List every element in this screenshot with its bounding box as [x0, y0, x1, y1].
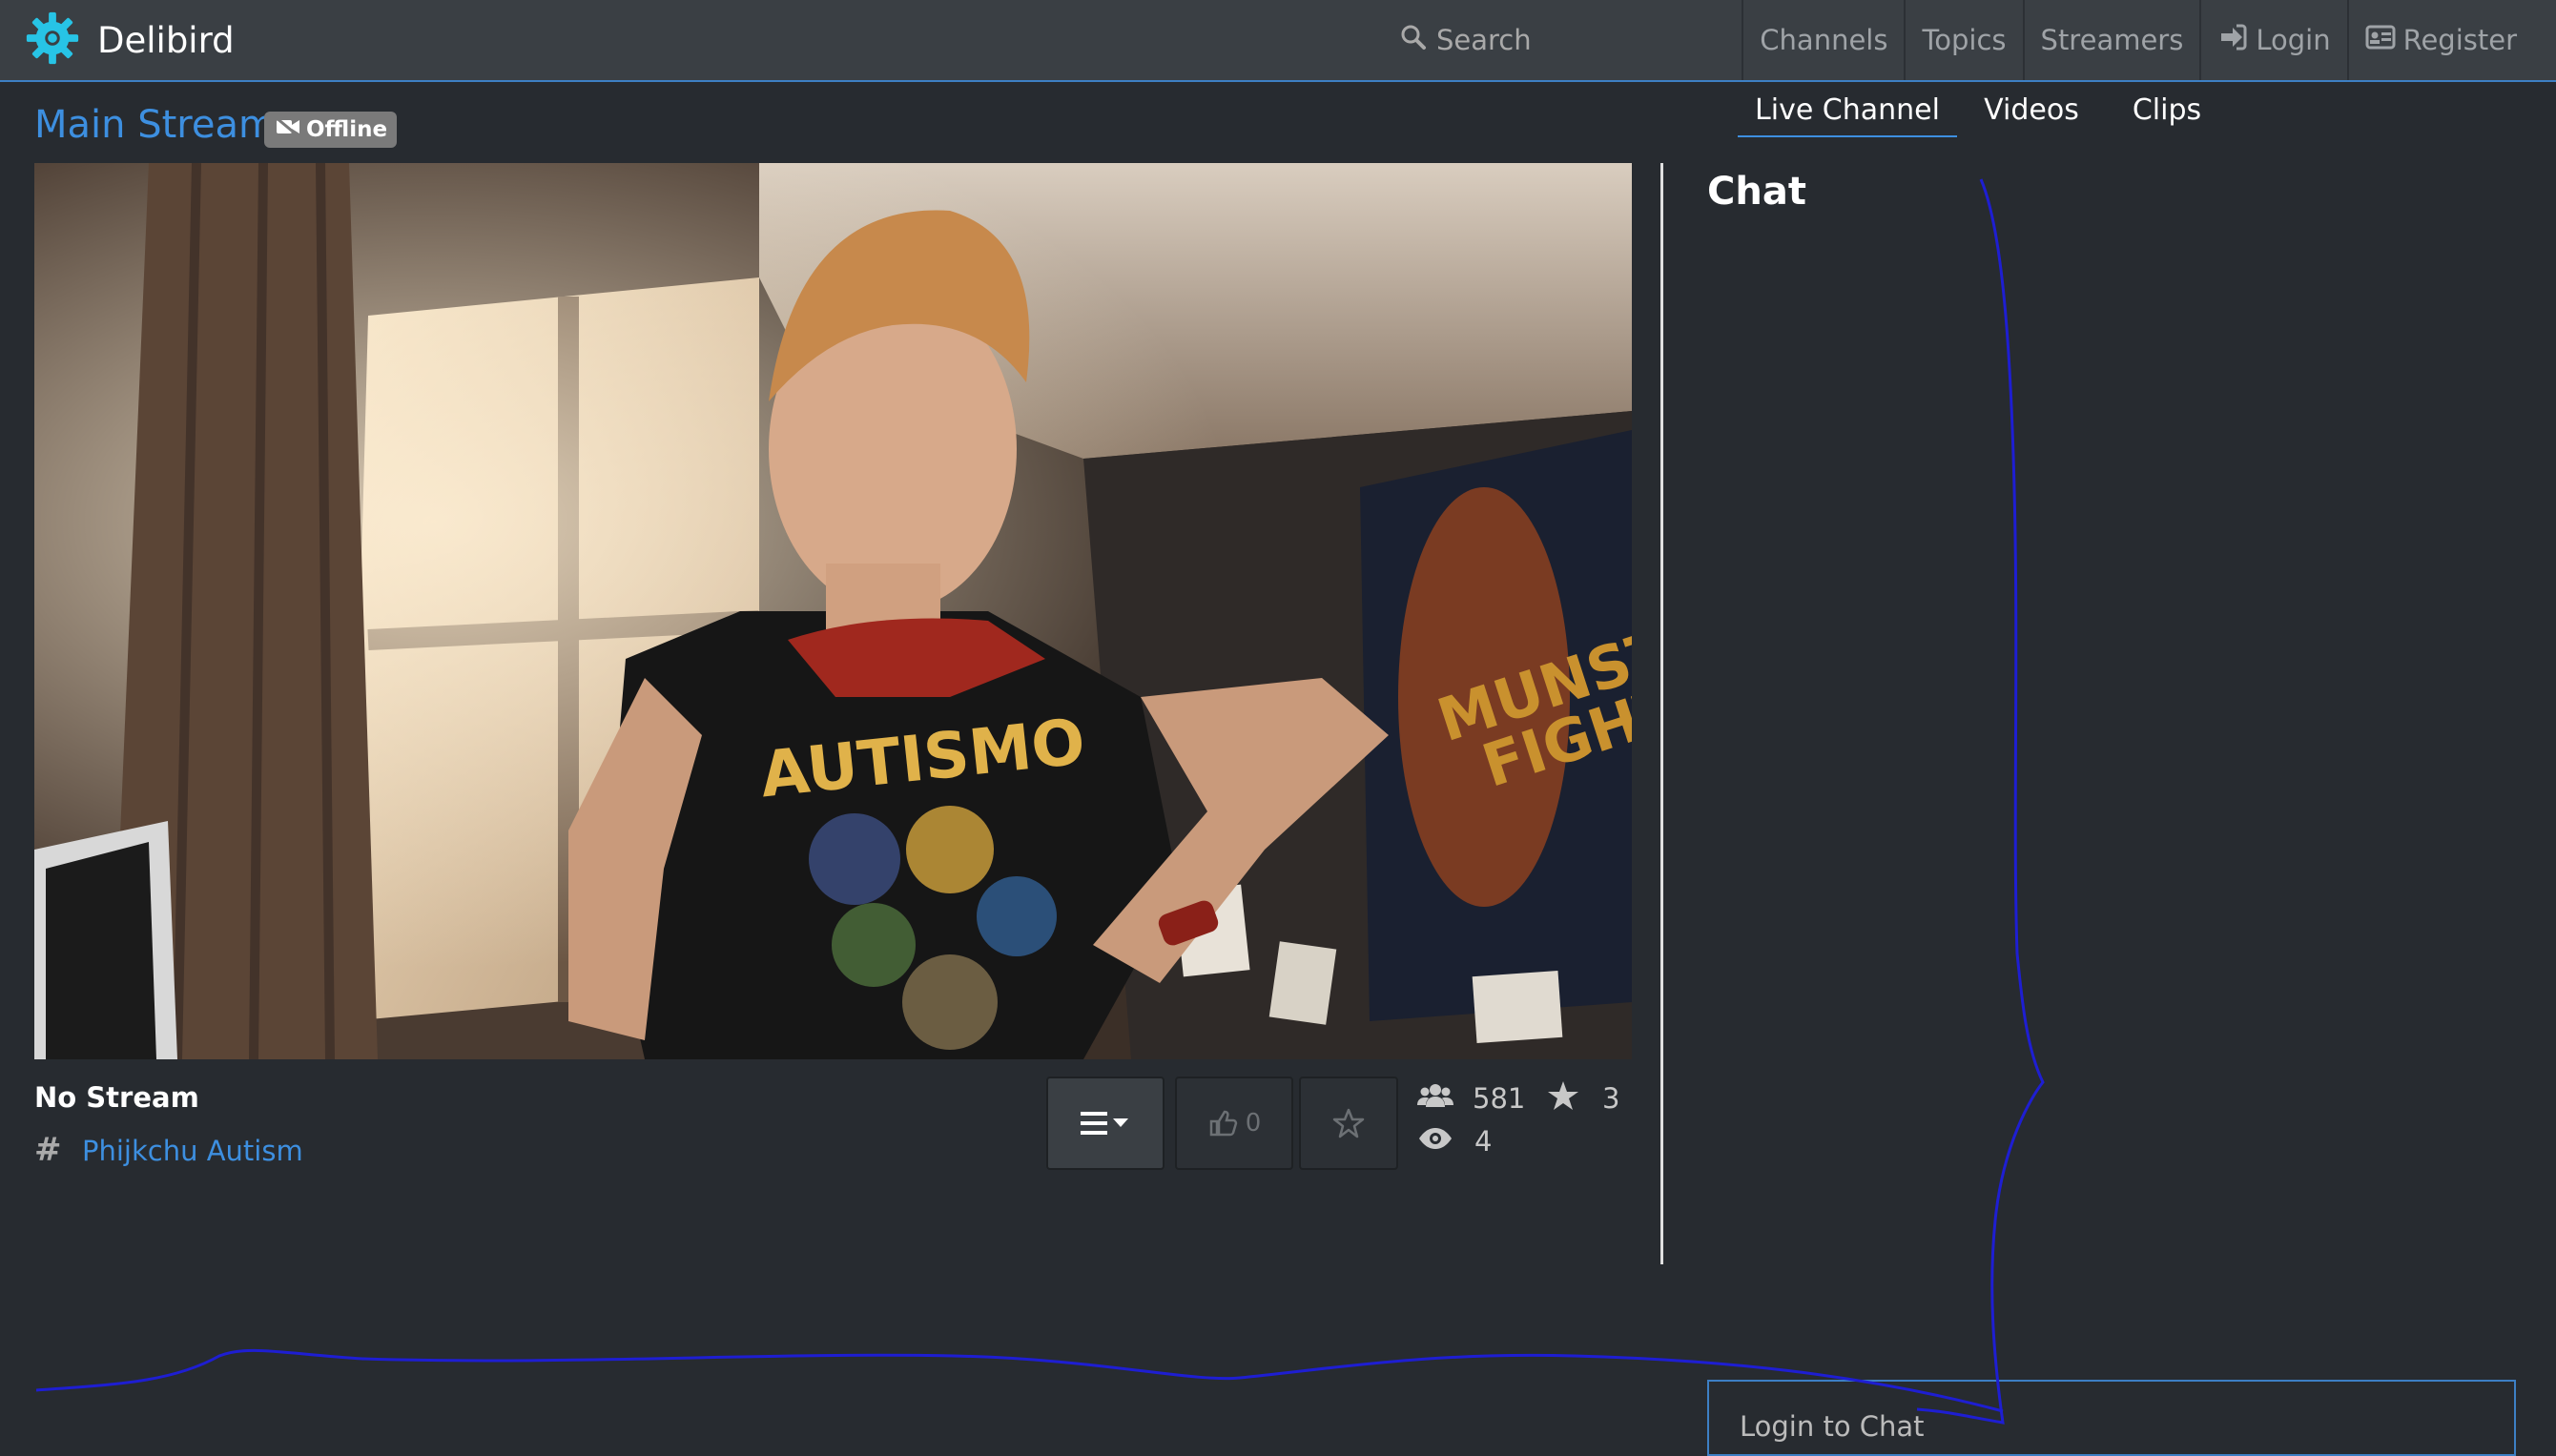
nav-topics[interactable]: Topics	[1904, 0, 2022, 80]
tab-clips-label: Clips	[2132, 93, 2202, 127]
options-menu-button[interactable]	[1046, 1077, 1165, 1170]
star-outline-icon	[1332, 1107, 1365, 1139]
offline-poster-image: MUNSTER FIGHTER AUTISMO	[34, 163, 1632, 1059]
id-card-icon	[2365, 22, 2403, 59]
favorite-button[interactable]	[1299, 1077, 1398, 1170]
nav-streamers[interactable]: Streamers	[2022, 0, 2200, 80]
like-count: 0	[1245, 1109, 1262, 1138]
nav-login[interactable]: Login	[2199, 0, 2346, 80]
offline-badge: Offline	[264, 112, 398, 148]
login-to-chat-text: Login to Chat	[1740, 1410, 1925, 1443]
search-label: Search	[1436, 24, 1532, 56]
tab-clips[interactable]: Clips	[2119, 93, 2215, 135]
nav-login-label: Login	[2256, 24, 2331, 56]
favorites-stat: 3	[1545, 1079, 1619, 1118]
offline-badge-label: Offline	[306, 117, 388, 142]
nav-register[interactable]: Register	[2346, 0, 2533, 80]
vertical-scribble-line	[1916, 178, 2045, 1425]
brand[interactable]: Delibird	[23, 8, 235, 72]
like-button[interactable]: 0	[1175, 1077, 1293, 1170]
stream-title[interactable]: Main Stream	[34, 103, 276, 147]
top-navbar: Delibird Search Channels Topics Streamer…	[0, 0, 2556, 82]
stream-status-text: No Stream	[34, 1081, 199, 1114]
sign-in-icon	[2217, 22, 2256, 59]
nav-register-label: Register	[2402, 24, 2517, 56]
hashtag-icon: #	[34, 1131, 62, 1169]
nav-channels[interactable]: Channels	[1742, 0, 1904, 80]
tab-videos[interactable]: Videos	[1974, 93, 2089, 135]
tab-videos-label: Videos	[1984, 93, 2079, 127]
favorites-count: 3	[1602, 1082, 1620, 1115]
search-button[interactable]: Search	[1400, 19, 1532, 61]
video-camera-off-icon	[274, 115, 306, 144]
nav-topics-label: Topics	[1922, 24, 2007, 56]
video-player[interactable]: MUNSTER FIGHTER AUTISMO	[34, 163, 1632, 1059]
users-icon	[1417, 1080, 1453, 1118]
star-icon	[1545, 1080, 1581, 1118]
bars-dropdown-icon	[1079, 1109, 1132, 1138]
viewers-stat: 4	[1417, 1122, 1492, 1160]
search-icon	[1400, 24, 1436, 57]
chat-title: Chat	[1707, 170, 1806, 214]
brand-name: Delibird	[97, 19, 235, 61]
thumbs-up-icon	[1207, 1108, 1238, 1138]
chat-divider	[1660, 163, 1663, 1264]
eye-icon	[1417, 1123, 1453, 1160]
nav-streamers-label: Streamers	[2040, 24, 2184, 56]
tab-live-channel-label: Live Channel	[1755, 93, 1940, 127]
followers-count: 581	[1473, 1082, 1526, 1115]
followers-stat: 581	[1417, 1079, 1525, 1118]
nav-channels-label: Channels	[1760, 24, 1888, 56]
login-to-chat-field[interactable]: Login to Chat	[1707, 1380, 2516, 1456]
viewers-count: 4	[1474, 1125, 1493, 1158]
tab-live-channel[interactable]: Live Channel	[1738, 93, 1957, 137]
gear-logo-icon	[23, 9, 82, 72]
nav-links: Channels Topics Streamers Login Register	[1742, 0, 2533, 80]
topic-link[interactable]: Phijkchu Autism	[82, 1135, 303, 1167]
